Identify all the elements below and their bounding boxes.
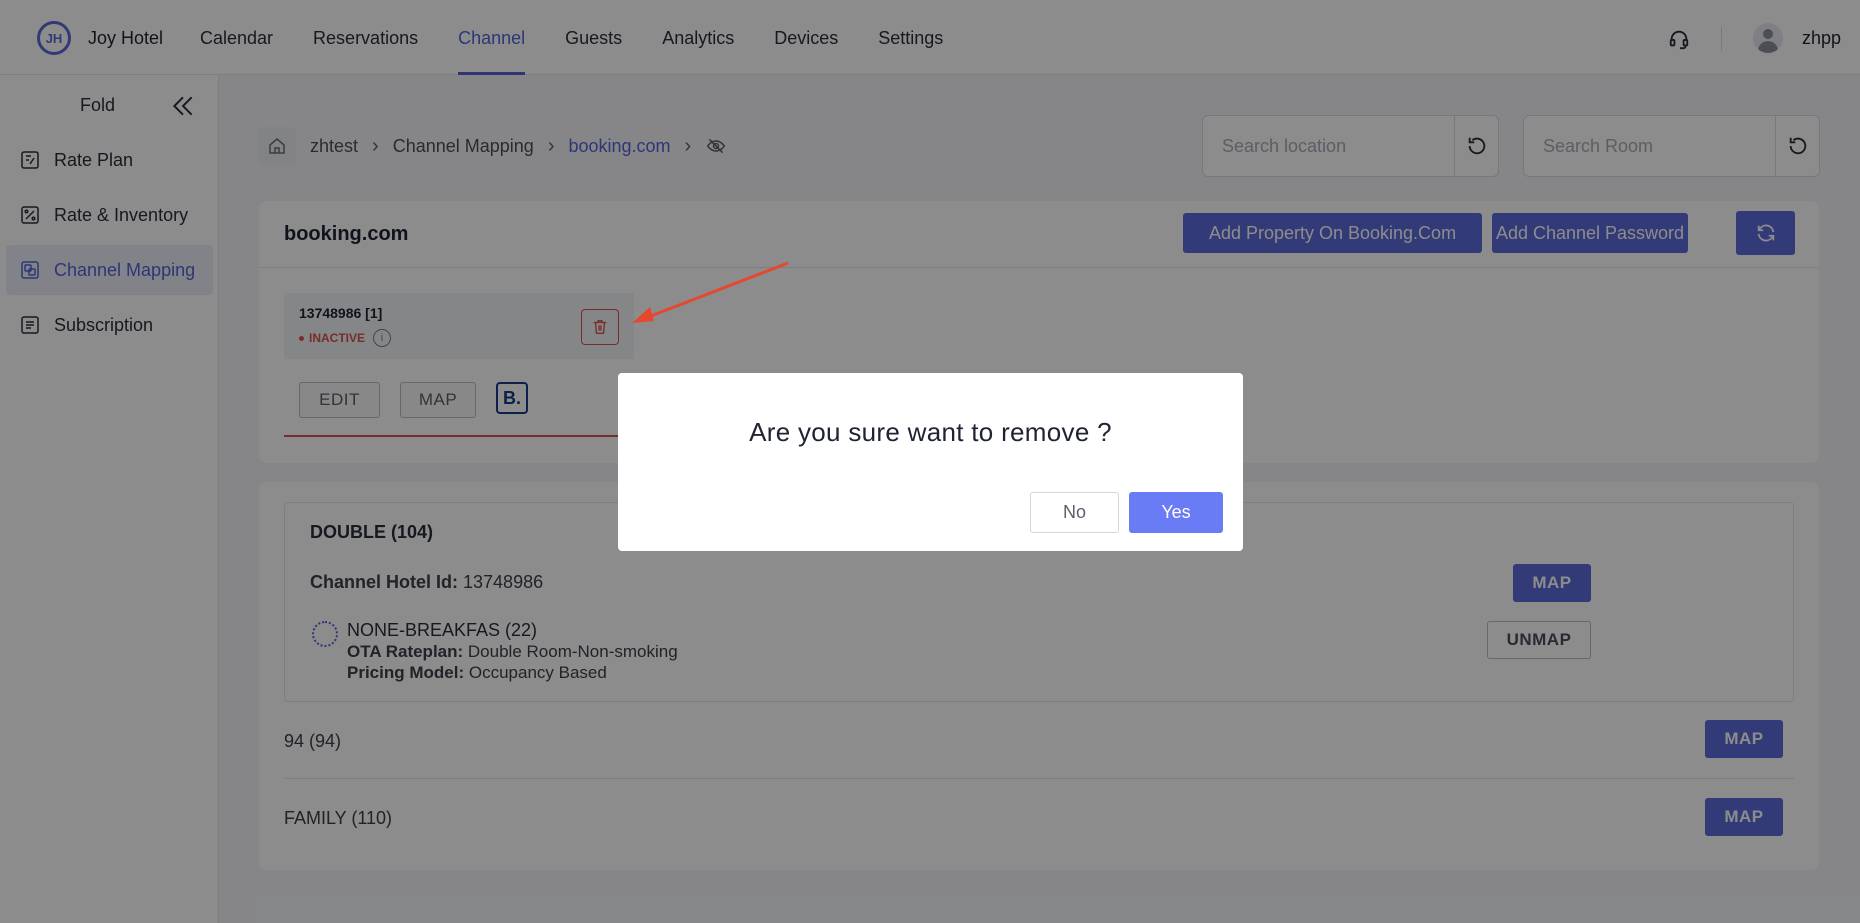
yes-button[interactable]: Yes: [1129, 492, 1223, 533]
dialog-message: Are you sure want to remove ?: [749, 417, 1112, 447]
confirm-dialog: Are you sure want to remove ? No Yes: [618, 373, 1243, 551]
no-button[interactable]: No: [1030, 492, 1119, 533]
annotation-arrow-icon: [632, 261, 789, 323]
